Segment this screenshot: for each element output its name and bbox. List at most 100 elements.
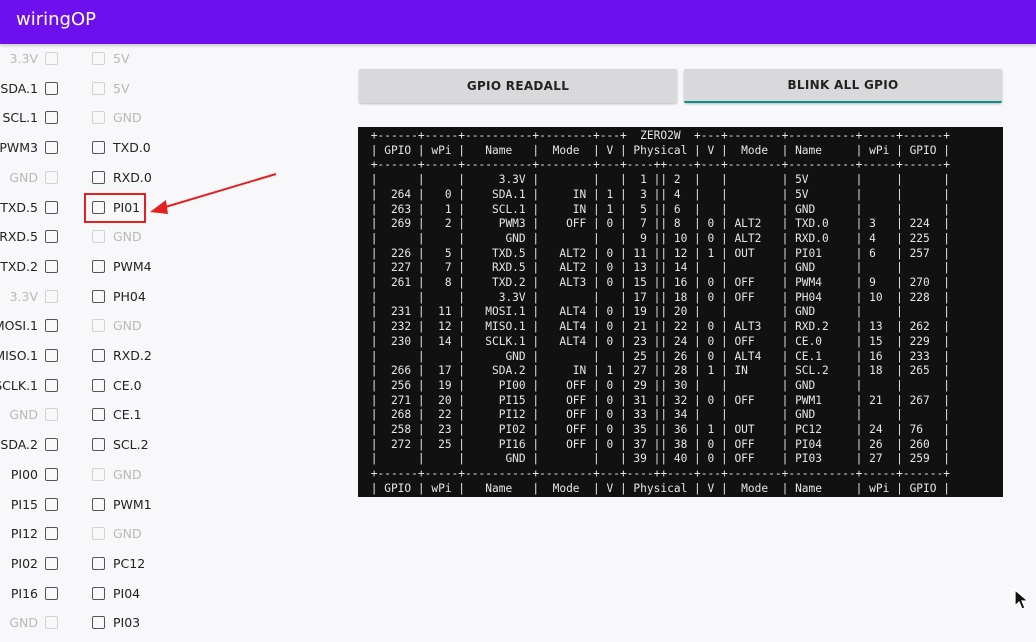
gpio-pin-right: 5V (92, 51, 130, 66)
gpio-pin-right[interactable]: PWM1 (92, 497, 152, 512)
gpio-pin-checkbox (92, 230, 105, 244)
gpio-pin-left[interactable]: TXD.2 (0, 259, 58, 274)
gpio-pin-right[interactable]: SCL.2 (92, 437, 149, 452)
gpio-pin-row: PI16 PI04 (0, 580, 280, 610)
gpio-pin-checkbox[interactable] (45, 349, 58, 362)
gpio-pin-label: TXD.2 (0, 258, 38, 274)
gpio-pin-checkbox[interactable] (45, 527, 58, 541)
gpio-pin-label: RXD.5 (0, 229, 38, 245)
gpio-pin-label: PWM3 (0, 140, 38, 156)
gpio-readall-button[interactable]: GPIO READALL (359, 69, 677, 103)
gpio-pin-checkbox (45, 289, 58, 303)
gpio-pin-checkbox[interactable] (92, 616, 105, 630)
gpio-pin-right[interactable]: RXD.2 (92, 348, 152, 363)
gpio-pin-checkbox[interactable] (92, 408, 105, 422)
gpio-pin-left[interactable]: PI15 (11, 497, 58, 512)
gpio-pin-left[interactable]: PI02 (11, 556, 58, 571)
gpio-pin-label: GND (113, 110, 142, 126)
gpio-pin-checkbox[interactable] (92, 349, 105, 362)
gpio-pin-left: GND (9, 407, 58, 422)
gpio-pin-right[interactable]: CE.1 (92, 407, 142, 422)
gpio-pin-label: RXD.2 (113, 348, 152, 363)
gpio-pin-checkbox[interactable] (92, 556, 105, 570)
gpio-pin-label: PC12 (113, 555, 146, 571)
gpio-pin-checkbox[interactable] (92, 438, 105, 452)
gpio-pin-checkbox[interactable] (92, 586, 105, 600)
gpio-pin-left[interactable]: MISO.1 (0, 348, 58, 363)
mouse-pointer-icon (1014, 589, 1030, 610)
gpio-pin-checkbox[interactable] (92, 497, 105, 511)
gpio-pin-row: SCLK.1 CE.0 (0, 372, 280, 402)
gpio-pin-checkbox[interactable] (45, 467, 58, 481)
gpio-pin-checkbox[interactable] (45, 497, 58, 511)
gpio-pin-row: SDA.2 SCL.2 (0, 431, 280, 461)
gpio-pin-checkbox (92, 527, 105, 541)
gpio-pin-label: TXD.0 (113, 140, 151, 156)
gpio-pin-checkbox[interactable] (92, 289, 105, 303)
gpio-pin-left[interactable]: PI12 (11, 526, 58, 541)
gpio-pin-left[interactable]: PWM3 (0, 140, 58, 155)
gpio-pin-row: GND CE.1 (0, 401, 280, 431)
gpio-pin-row: PI12 GND (0, 520, 280, 550)
gpio-pin-checkbox[interactable] (45, 586, 58, 600)
gpio-pin-right[interactable]: PI03 (92, 615, 140, 630)
gpio-pin-left[interactable]: PI16 (11, 586, 58, 601)
gpio-pin-label: GND (113, 466, 142, 482)
gpio-pin-checkbox (92, 111, 105, 125)
gpio-pin-left[interactable]: TXD.5 (0, 200, 58, 215)
gpio-pin-left[interactable]: SCLK.1 (0, 378, 58, 393)
gpio-pin-right: GND (92, 526, 142, 541)
gpio-pin-right[interactable]: PC12 (92, 556, 145, 571)
blink-all-gpio-button[interactable]: BLINK ALL GPIO (684, 69, 1002, 103)
gpio-pin-left[interactable]: SDA.2 (0, 437, 58, 452)
gpio-pin-label: TXD.5 (0, 199, 38, 215)
gpio-pin-checkbox (45, 408, 58, 422)
gpio-pin-left[interactable]: RXD.5 (0, 229, 58, 244)
gpio-pin-label: GND (9, 615, 38, 631)
gpio-pin-row: TXD.2 PWM4 (0, 253, 280, 283)
gpio-pin-row: SDA.1 5V (0, 75, 280, 105)
gpio-pin-checkbox[interactable] (45, 230, 58, 244)
terminal-output-text: +------+-----+----------+--------+---+ Z… (370, 129, 950, 495)
gpio-pin-left: 3.3V (10, 51, 58, 66)
gpio-pin-left[interactable]: SDA.1 (0, 81, 58, 96)
gpio-pin-checkbox[interactable] (45, 556, 58, 570)
gpio-pin-right[interactable]: TXD.0 (92, 140, 151, 155)
gpio-pin-left[interactable]: MOSI.1 (0, 318, 58, 333)
gpio-pin-left[interactable]: PI00 (11, 467, 58, 482)
gpio-pin-left: 3.3V (10, 289, 58, 304)
gpio-pin-right: GND (92, 318, 142, 333)
gpio-pin-checkbox[interactable] (45, 259, 58, 273)
gpio-pin-label: 3.3V (9, 51, 38, 66)
gpio-pin-label: CE.1 (113, 407, 142, 423)
gpio-pin-right[interactable]: RXD.0 (92, 170, 152, 185)
app-bar: wiringOP (0, 0, 1036, 44)
gpio-pin-checkbox[interactable] (92, 141, 105, 155)
gpio-pin-row: MISO.1 RXD.2 (0, 342, 280, 372)
gpio-pin-checkbox (92, 81, 105, 95)
gpio-pin-checkbox[interactable] (45, 81, 58, 95)
highlight-annotation-box (84, 193, 146, 223)
gpio-pin-right[interactable]: PWM4 (92, 259, 152, 274)
gpio-pin-checkbox[interactable] (92, 259, 105, 273)
gpio-pin-label: PH04 (113, 288, 146, 304)
gpio-pin-checkbox[interactable] (45, 200, 58, 214)
gpio-pin-checkbox[interactable] (45, 438, 58, 452)
gpio-pin-label: 5V (113, 80, 130, 96)
gpio-pin-row: SCL.1 GND (0, 104, 280, 134)
gpio-pin-checkbox[interactable] (92, 378, 105, 392)
gpio-pin-checkbox[interactable] (92, 170, 105, 184)
gpio-pin-left[interactable]: SCL.1 (2, 110, 58, 125)
gpio-pin-right[interactable]: PI04 (92, 586, 140, 601)
gpio-pin-label: PI04 (113, 585, 141, 601)
gpio-pin-checkbox (45, 170, 58, 184)
gpio-pin-right[interactable]: PH04 (92, 289, 146, 304)
gpio-pin-right[interactable]: CE.0 (92, 378, 142, 393)
gpio-pin-checkbox[interactable] (45, 378, 58, 392)
gpio-pin-right: GND (92, 467, 142, 482)
gpio-pin-label: GND (113, 526, 142, 542)
gpio-pin-checkbox[interactable] (45, 319, 58, 333)
gpio-pin-label: PWM1 (113, 496, 152, 512)
gpio-pin-checkbox[interactable] (45, 141, 58, 155)
gpio-pin-checkbox[interactable] (45, 111, 58, 125)
